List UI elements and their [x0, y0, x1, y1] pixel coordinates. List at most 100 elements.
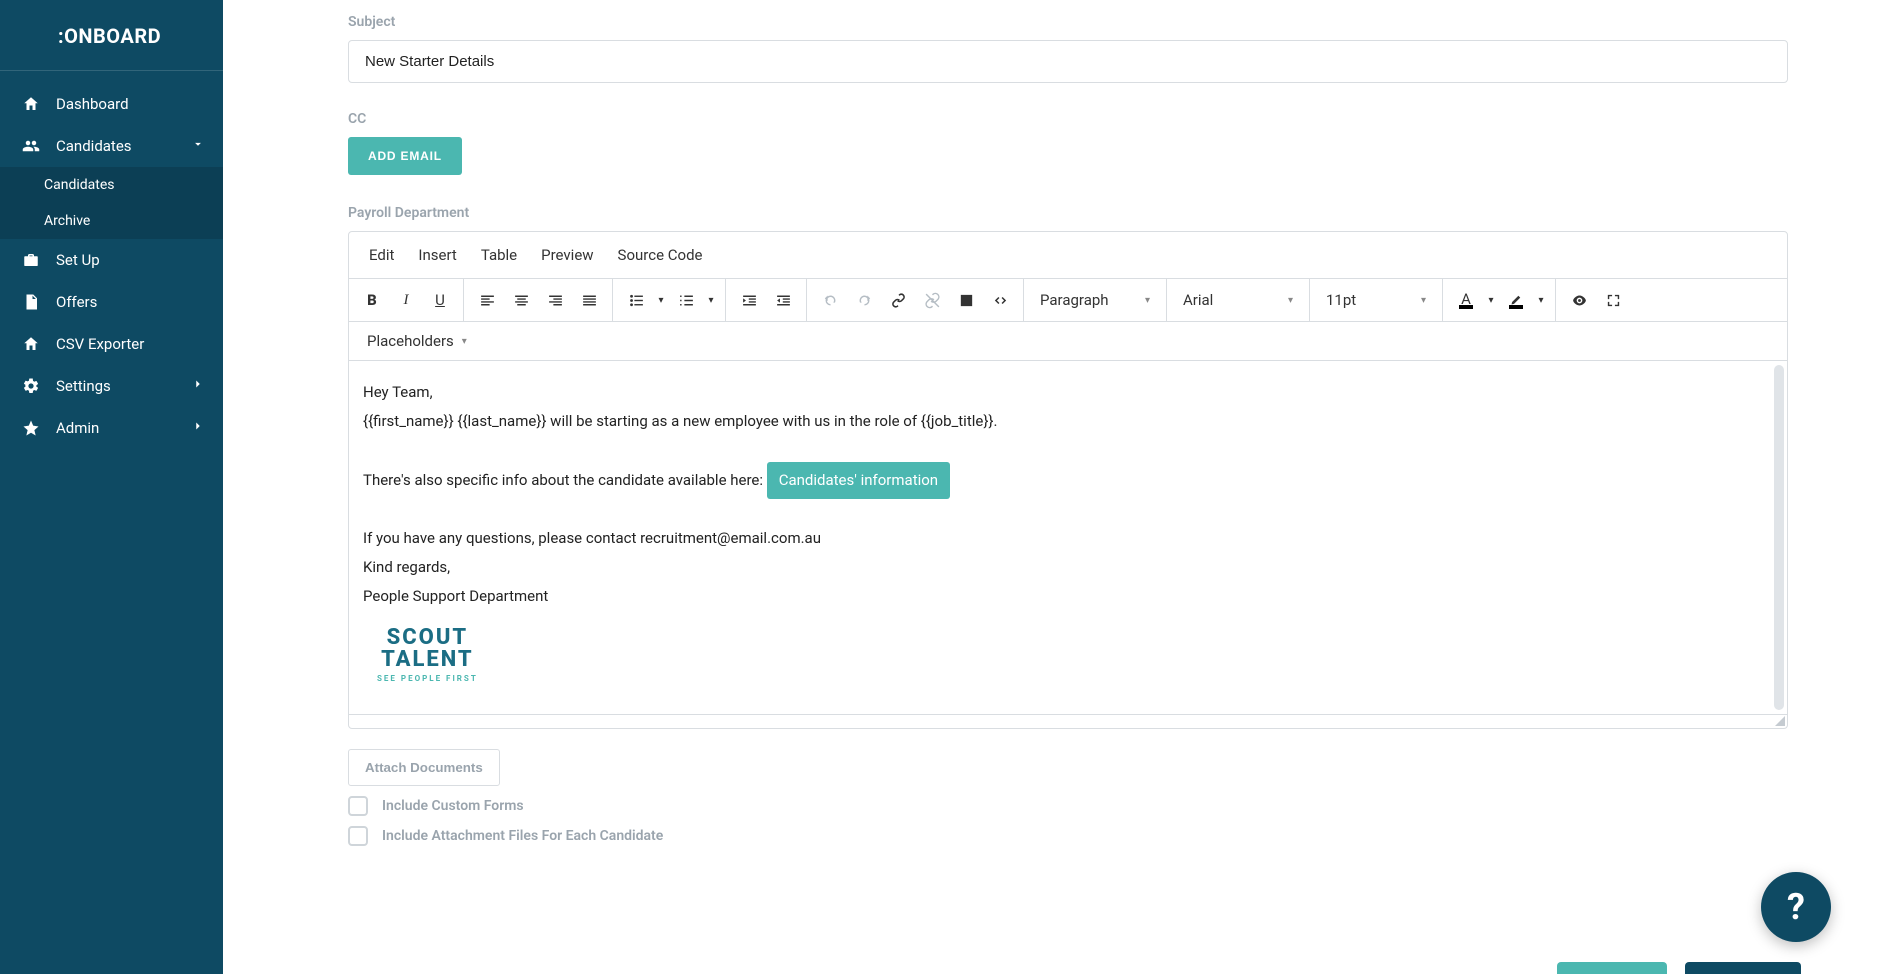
home-icon — [18, 335, 44, 353]
attach-documents-button[interactable]: Attach Documents — [348, 749, 500, 786]
body-line: There's also specific info about the can… — [363, 462, 1773, 499]
editor-resize-handle[interactable] — [349, 714, 1787, 728]
highlight-color-menu[interactable]: ▾ — [1533, 283, 1549, 317]
placeholders-label: Placeholders — [367, 332, 454, 350]
footer-actions-partial — [1557, 962, 1801, 974]
sidebar-item-label: CSV Exporter — [56, 335, 144, 353]
body-line: People Support Department — [363, 585, 1773, 608]
align-left-button[interactable] — [470, 283, 504, 317]
sidebar-item-dashboard[interactable]: Dashboard — [0, 83, 223, 125]
logo-tagline: SEE PEOPLE FIRST — [377, 675, 478, 683]
text-color-menu[interactable]: ▾ — [1483, 283, 1499, 317]
candidates-info-link[interactable]: Candidates' information — [767, 462, 950, 499]
chevron-down-icon — [191, 137, 205, 155]
menu-insert[interactable]: Insert — [408, 240, 466, 270]
chevron-down-icon: ▾ — [1288, 295, 1293, 306]
fullscreen-button[interactable] — [1596, 283, 1630, 317]
align-center-button[interactable] — [504, 283, 538, 317]
star-icon — [18, 419, 44, 437]
highlight-color-button[interactable] — [1499, 283, 1533, 317]
chevron-down-icon: ▾ — [1421, 295, 1426, 306]
font-size-select[interactable]: 11pt ▾ — [1316, 283, 1436, 317]
redo-button[interactable] — [847, 283, 881, 317]
sidebar-item-label: Offers — [56, 293, 97, 311]
menu-preview[interactable]: Preview — [531, 240, 603, 270]
body-line: If you have any questions, please contac… — [363, 527, 1773, 550]
sidebar-item-offers[interactable]: Offers — [0, 281, 223, 323]
number-list-menu[interactable]: ▾ — [703, 283, 719, 317]
sidebar-item-csv-exporter[interactable]: CSV Exporter — [0, 323, 223, 365]
logo-text-line1: SCOUT — [377, 627, 478, 649]
logo-text-line2: TALENT — [377, 649, 478, 671]
indent-increase-button[interactable] — [732, 283, 766, 317]
bold-button[interactable]: B — [355, 283, 389, 317]
sidebar-item-admin[interactable]: Admin — [0, 407, 223, 449]
add-email-button[interactable]: ADD EMAIL — [348, 137, 462, 175]
sidebar-item-label: Admin — [56, 419, 99, 437]
italic-button[interactable]: I — [389, 283, 423, 317]
main-panel: Subject CC ADD EMAIL Payroll Department … — [223, 0, 1881, 974]
sidebar-item-setup[interactable]: Set Up — [0, 239, 223, 281]
rich-text-editor: Edit Insert Table Preview Source Code B … — [348, 231, 1788, 729]
sidebar-item-label: Set Up — [56, 251, 100, 269]
menu-table[interactable]: Table — [471, 240, 527, 270]
chevron-right-icon — [191, 419, 205, 437]
help-button[interactable]: ? — [1761, 872, 1831, 942]
bullet-list-menu[interactable]: ▾ — [653, 283, 669, 317]
text-color-button[interactable]: A — [1449, 283, 1483, 317]
subject-label: Subject — [348, 14, 1788, 30]
undo-button[interactable] — [813, 283, 847, 317]
align-right-button[interactable] — [538, 283, 572, 317]
sidebar-subitem-candidates[interactable]: Candidates — [0, 167, 223, 203]
preview-eye-button[interactable] — [1562, 283, 1596, 317]
sidebar: :ONBOARD Dashboard Candidates Candidates… — [0, 0, 223, 974]
editor-content[interactable]: Hey Team, {{first_name}} {{last_name}} w… — [349, 361, 1787, 714]
body-line: Hey Team, — [363, 381, 1773, 404]
link-button[interactable] — [881, 283, 915, 317]
underline-button[interactable]: U — [423, 283, 457, 317]
help-icon: ? — [1787, 886, 1805, 928]
footer-button-primary[interactable] — [1557, 962, 1667, 974]
editor-menubar: Edit Insert Table Preview Source Code — [349, 232, 1787, 279]
sidebar-nav: Dashboard Candidates Candidates Archive … — [0, 71, 223, 449]
font-family-select[interactable]: Arial ▾ — [1173, 283, 1303, 317]
include-custom-forms-row[interactable]: Include Custom Forms — [348, 796, 1788, 816]
chevron-right-icon — [191, 377, 205, 395]
editor-section-label: Payroll Department — [348, 205, 1788, 221]
editor-toolbar: B I U ▾ ▾ — [349, 279, 1787, 322]
signature-logo: SCOUT TALENT SEE PEOPLE FIRST — [377, 627, 478, 683]
include-custom-forms-label: Include Custom Forms — [382, 798, 524, 814]
gear-icon — [18, 377, 44, 395]
code-button[interactable] — [983, 283, 1017, 317]
placeholders-dropdown[interactable]: Placeholders ▾ — [359, 328, 475, 354]
editor-toolbar-row2: Placeholders ▾ — [349, 322, 1787, 361]
subject-input[interactable] — [348, 40, 1788, 83]
unlink-button[interactable] — [915, 283, 949, 317]
image-button[interactable] — [949, 283, 983, 317]
people-icon — [18, 137, 44, 155]
include-attachment-files-row[interactable]: Include Attachment Files For Each Candid… — [348, 826, 1788, 846]
include-attachment-files-label: Include Attachment Files For Each Candid… — [382, 828, 663, 844]
block-format-select[interactable]: Paragraph ▾ — [1030, 283, 1160, 317]
font-size-value: 11pt — [1326, 291, 1356, 309]
chevron-down-icon: ▾ — [462, 336, 467, 347]
footer-button-secondary[interactable] — [1685, 962, 1801, 974]
indent-decrease-button[interactable] — [766, 283, 800, 317]
chevron-down-icon: ▾ — [1145, 295, 1150, 306]
sidebar-item-label: Candidates — [56, 137, 132, 155]
number-list-button[interactable] — [669, 283, 703, 317]
checkbox-icon[interactable] — [348, 796, 368, 816]
sidebar-item-label: Dashboard — [56, 95, 129, 113]
sidebar-subitem-archive[interactable]: Archive — [0, 203, 223, 239]
menu-edit[interactable]: Edit — [359, 240, 404, 270]
scrollbar[interactable] — [1774, 365, 1784, 710]
sidebar-item-candidates[interactable]: Candidates — [0, 125, 223, 167]
sidebar-item-label: Settings — [56, 377, 111, 395]
align-justify-button[interactable] — [572, 283, 606, 317]
sidebar-item-settings[interactable]: Settings — [0, 365, 223, 407]
body-line: Kind regards, — [363, 556, 1773, 579]
checkbox-icon[interactable] — [348, 826, 368, 846]
sidebar-candidates-submenu: Candidates Archive — [0, 167, 223, 239]
bullet-list-button[interactable] — [619, 283, 653, 317]
menu-source-code[interactable]: Source Code — [608, 240, 713, 270]
